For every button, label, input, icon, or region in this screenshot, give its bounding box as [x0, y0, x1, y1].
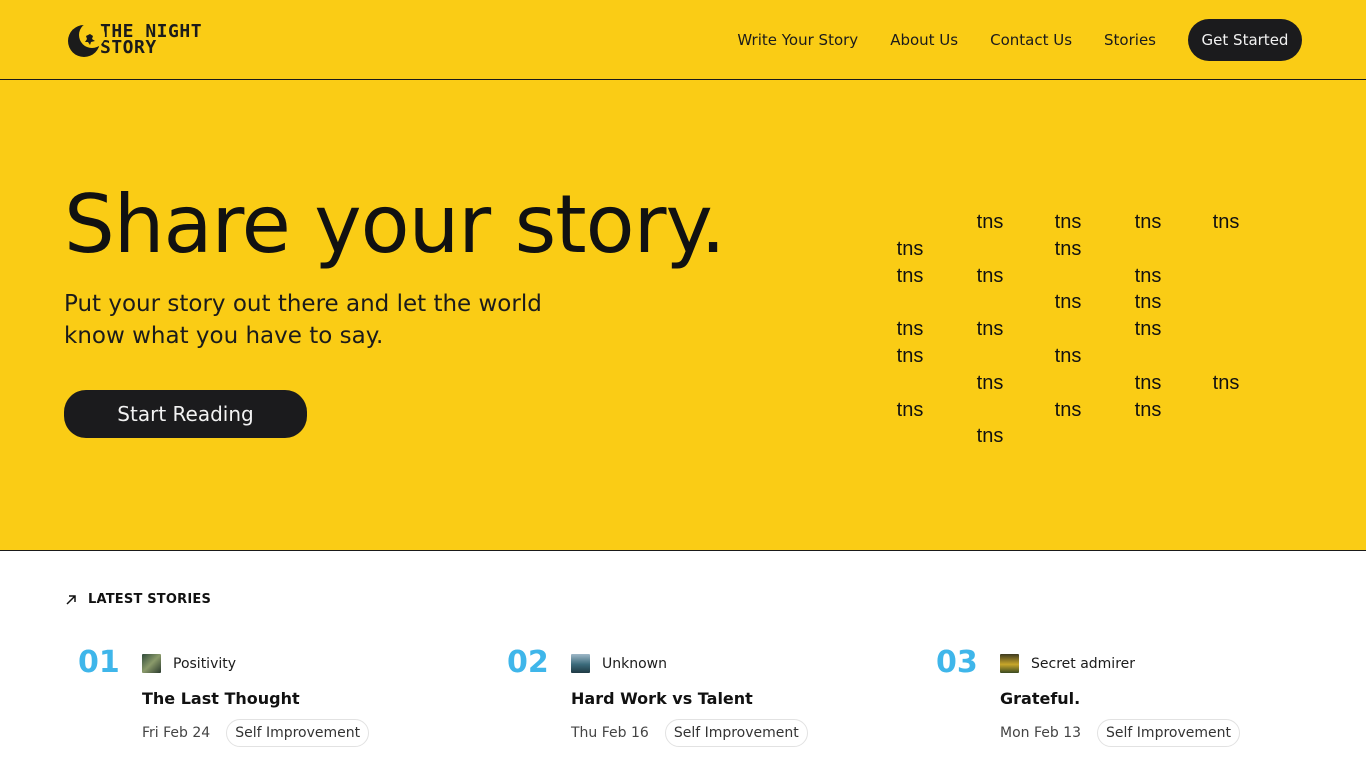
story-date: Thu Feb 16 [571, 725, 649, 741]
tns-glyph: tns [976, 371, 1004, 394]
nav-contact-us[interactable]: Contact Us [990, 31, 1072, 49]
start-reading-button[interactable]: Start Reading [64, 390, 307, 438]
author-name: Secret admirer [1031, 655, 1136, 672]
tns-glyph: tns [1134, 264, 1162, 287]
tns-glyph: tns [1134, 371, 1162, 394]
author-avatar [142, 654, 161, 673]
nav-write-your-story[interactable]: Write Your Story [737, 31, 858, 49]
tns-glyph: tns [976, 211, 1004, 233]
nav-about-us[interactable]: About Us [890, 31, 958, 49]
tns-glyph: tns [896, 345, 924, 367]
tns-placeholder-grid: tns tns tns tns tns tns tns tns tns tns tns tns tns t… [882, 209, 1252, 449]
story-title[interactable]: Hard Work vs Talent [571, 689, 753, 708]
tns-glyph: tns [896, 264, 924, 287]
tns-glyph: tns [976, 425, 1004, 448]
top-navbar: THE NIGHT STORY Write Your Story About U… [0, 0, 1366, 80]
author-name: Positivity [173, 655, 237, 672]
story-card[interactable]: 02 Unknown Hard Work vs Talent Thu Feb 1… [507, 645, 837, 755]
tns-glyph: tns [1134, 398, 1162, 421]
brand-name: THE NIGHT STORY [100, 23, 202, 58]
arrow-up-right-icon [66, 594, 76, 605]
story-date: Mon Feb 13 [1000, 725, 1082, 741]
latest-stories-header: LATEST STORIES [64, 592, 211, 607]
tns-glyph: tns [976, 264, 1004, 287]
hero-subtitle: Put your story out there and let the wor… [64, 291, 542, 349]
tns-glyph: tns [1212, 211, 1240, 233]
tns-glyph: tns [1054, 291, 1082, 314]
get-started-button[interactable]: Get Started [1188, 19, 1302, 61]
tns-glyph: tns [896, 318, 924, 341]
story-number: 03 [936, 645, 978, 680]
story-author[interactable]: Secret admirer [1000, 654, 1135, 673]
story-card[interactable]: 01 Positivity The Last Thought Fri Feb 2… [78, 645, 408, 755]
crescent-moon-icon [68, 22, 105, 57]
story-title[interactable]: The Last Thought [142, 689, 300, 708]
story-number: 01 [78, 645, 120, 680]
story-meta: Mon Feb 13 Self Improvement [1000, 719, 1240, 747]
hero-title: Share your story. [64, 178, 726, 271]
author-avatar [1000, 654, 1019, 673]
tns-glyph: tns [1054, 345, 1082, 367]
tns-glyph: tns [1134, 291, 1162, 314]
story-title[interactable]: Grateful. [1000, 689, 1080, 708]
author-name: Unknown [602, 655, 667, 672]
story-date: Fri Feb 24 [142, 725, 211, 741]
tns-glyph: tns [1212, 371, 1240, 394]
story-author[interactable]: Positivity [142, 654, 236, 673]
tns-glyph: tns [896, 237, 924, 260]
brand-logo[interactable]: THE NIGHT STORY [66, 20, 202, 60]
latest-stories-label: LATEST STORIES [88, 592, 212, 607]
tns-glyph: tns [1134, 211, 1162, 233]
story-author[interactable]: Unknown [571, 654, 667, 673]
story-number: 02 [507, 645, 549, 680]
tns-glyph: tns [1054, 237, 1082, 260]
tns-glyph: tns [1054, 211, 1082, 233]
story-tag[interactable]: Self Improvement [226, 719, 370, 747]
story-card[interactable]: 03 Secret admirer Grateful. Mon Feb 13 S… [936, 645, 1266, 755]
tns-glyph: tns [976, 318, 1004, 341]
story-meta: Fri Feb 24 Self Improvement [142, 719, 370, 747]
author-avatar [571, 654, 590, 673]
hero-section: Share your story. Put your story out the… [0, 80, 1366, 551]
main-nav: Write Your Story About Us Contact Us Sto… [737, 19, 1302, 61]
tns-glyph: tns [1134, 318, 1162, 341]
story-tag[interactable]: Self Improvement [664, 719, 808, 747]
nav-stories[interactable]: Stories [1104, 31, 1156, 49]
story-meta: Thu Feb 16 Self Improvement [571, 719, 808, 747]
tns-glyph: tns [1054, 398, 1082, 421]
latest-stories-section: LATEST STORIES 01 Positivity The Last Th… [0, 551, 1366, 768]
brand-line-2: STORY [100, 37, 157, 58]
tns-glyph: tns [896, 398, 924, 421]
story-tag[interactable]: Self Improvement [1097, 719, 1240, 747]
